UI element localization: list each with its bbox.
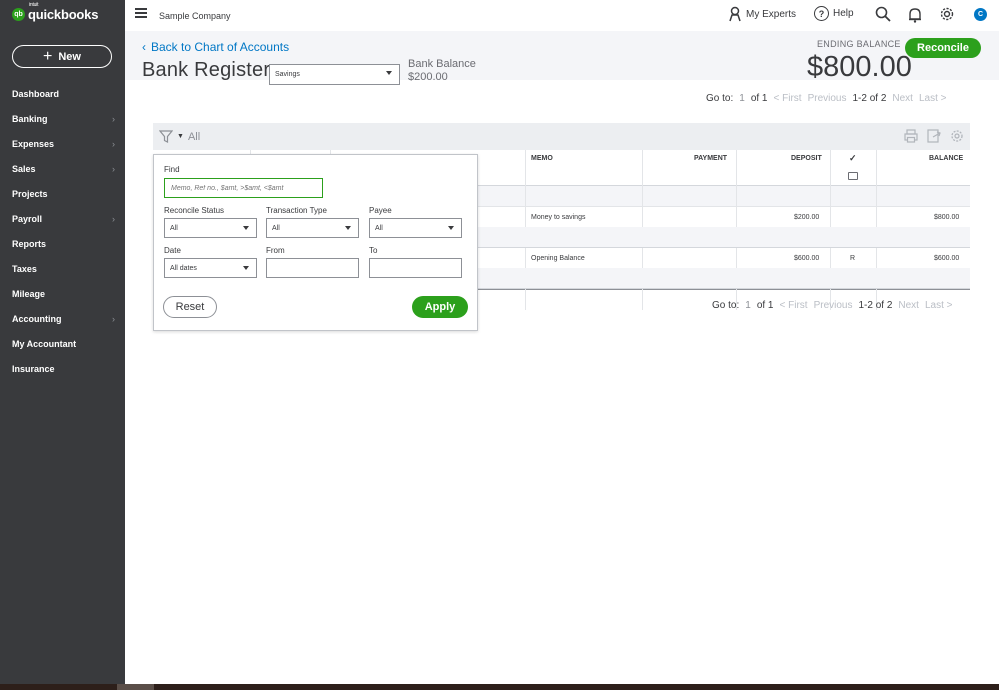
help-button[interactable]: ? Help — [814, 6, 854, 21]
taskbar — [0, 684, 999, 690]
filter-button[interactable]: ▼ All — [159, 130, 200, 143]
row-balance: $600.00 — [934, 255, 960, 262]
page-number-input[interactable]: 1 — [745, 300, 751, 311]
filter-panel: Find Reconcile Status All Transaction Ty… — [153, 154, 478, 331]
reconcile-button[interactable]: Reconcile — [905, 38, 981, 58]
dropdown-arrow-icon — [345, 226, 351, 230]
sidebar-item-insurance[interactable]: Insurance — [0, 356, 125, 381]
my-experts-button[interactable]: My Experts — [728, 6, 796, 22]
person-icon — [729, 6, 741, 22]
last-page-link[interactable]: Last > — [919, 93, 947, 104]
from-date-input[interactable] — [266, 258, 359, 278]
export-icon[interactable] — [927, 129, 941, 143]
sidebar-item-reports[interactable]: Reports — [0, 231, 125, 256]
last-page-link[interactable]: Last > — [925, 300, 953, 311]
main-content: ‹ Back to Chart of Accounts Bank Registe… — [125, 31, 999, 684]
caret-down-icon: ▼ — [177, 133, 184, 140]
date-label: Date — [164, 246, 181, 255]
company-name: Sample Company — [159, 11, 231, 21]
qb-logo-icon: qb — [12, 8, 25, 21]
next-page-link[interactable]: Next — [898, 300, 919, 311]
payee-select[interactable]: All — [369, 218, 462, 238]
chevron-right-icon: › — [112, 213, 115, 224]
sidebar-item-accounting[interactable]: Accounting › — [0, 306, 125, 331]
chevron-right-icon: › — [112, 138, 115, 149]
payee-label: Payee — [369, 206, 392, 215]
row-deposit: $600.00 — [794, 255, 820, 262]
sidebar: qb intuit quickbooks + New Dashboard Bank… — [0, 0, 125, 690]
row-deposit: $200.00 — [794, 214, 820, 221]
pager-top: Go to: 1 of 1 < First Previous 1-2 of 2 … — [706, 93, 947, 104]
first-page-link[interactable]: < First — [774, 93, 802, 104]
print-icon[interactable] — [904, 129, 918, 143]
reset-button[interactable]: Reset — [163, 296, 217, 318]
find-input[interactable] — [164, 178, 323, 198]
column-header-reconcile-check[interactable]: ✓ — [849, 153, 857, 164]
column-header-payment[interactable]: PAYMENT — [694, 155, 727, 162]
sidebar-item-projects[interactable]: Projects — [0, 181, 125, 206]
dropdown-arrow-icon — [386, 71, 392, 75]
sidebar-item-my-accountant[interactable]: My Accountant — [0, 331, 125, 356]
dropdown-arrow-icon — [243, 226, 249, 230]
chevron-right-icon: › — [112, 313, 115, 324]
row-memo: Opening Balance — [531, 255, 585, 262]
column-header-deposit[interactable]: DEPOSIT — [791, 155, 822, 162]
new-button[interactable]: + New — [12, 45, 112, 68]
sidebar-item-banking[interactable]: Banking › — [0, 106, 125, 131]
chevron-left-icon: ‹ — [142, 40, 146, 54]
sidebar-item-payroll[interactable]: Payroll › — [0, 206, 125, 231]
dropdown-arrow-icon — [448, 226, 454, 230]
to-date-input[interactable] — [369, 258, 462, 278]
attachment-icon — [848, 172, 858, 180]
from-label: From — [266, 246, 285, 255]
back-to-chart-of-accounts-link[interactable]: ‹ Back to Chart of Accounts — [142, 40, 289, 54]
apply-button[interactable]: Apply — [412, 296, 468, 318]
user-avatar[interactable]: C — [974, 8, 987, 21]
page-number-input[interactable]: 1 — [739, 93, 745, 104]
sidebar-nav: Dashboard Banking › Expenses › Sales › Proj… — [0, 81, 125, 381]
row-balance: $800.00 — [934, 214, 960, 221]
transaction-type-label: Transaction Type — [266, 206, 327, 215]
previous-page-link[interactable]: Previous — [808, 93, 847, 104]
first-page-link[interactable]: < First — [780, 300, 808, 311]
page-title: Bank Register — [142, 59, 271, 81]
dropdown-arrow-icon — [243, 266, 249, 270]
ending-balance-label: ENDING BALANCE — [817, 39, 901, 49]
settings-gear-icon[interactable] — [950, 129, 964, 143]
ending-balance-amount: $800.00 — [807, 51, 912, 83]
column-header-balance[interactable]: BALANCE — [929, 155, 963, 162]
row-status: R — [850, 255, 856, 262]
reconcile-status-label: Reconcile Status — [164, 206, 225, 215]
plus-icon: + — [43, 47, 53, 65]
row-memo: Money to savings — [531, 214, 586, 221]
sidebar-item-expenses[interactable]: Expenses › — [0, 131, 125, 156]
gear-icon[interactable] — [939, 6, 955, 22]
sidebar-item-taxes[interactable]: Taxes — [0, 256, 125, 281]
date-select[interactable]: All dates — [164, 258, 257, 278]
column-header-memo[interactable]: MEMO — [531, 155, 553, 162]
register-toolbar: ▼ All — [153, 123, 970, 150]
hamburger-menu-icon[interactable] — [135, 8, 147, 18]
sidebar-item-sales[interactable]: Sales › — [0, 156, 125, 181]
chevron-right-icon: › — [112, 163, 115, 174]
top-bar: Sample Company My Experts ? Help C — [125, 0, 999, 31]
search-icon[interactable] — [875, 6, 891, 22]
bell-icon[interactable] — [908, 7, 922, 23]
next-page-link[interactable]: Next — [892, 93, 913, 104]
transaction-type-select[interactable]: All — [266, 218, 359, 238]
reconcile-status-select[interactable]: All — [164, 218, 257, 238]
bank-balance: Bank Balance $200.00 — [408, 58, 476, 83]
to-label: To — [369, 246, 378, 255]
filter-icon — [159, 130, 173, 143]
account-select[interactable]: Savings — [269, 64, 400, 85]
sidebar-item-mileage[interactable]: Mileage — [0, 281, 125, 306]
pager-bottom: Go to: 1 of 1 < First Previous 1-2 of 2 … — [712, 300, 953, 311]
quickbooks-logo[interactable]: qb intuit quickbooks — [12, 2, 98, 22]
find-label: Find — [164, 165, 180, 174]
help-icon: ? — [814, 6, 829, 21]
previous-page-link[interactable]: Previous — [814, 300, 853, 311]
chevron-right-icon: › — [112, 113, 115, 124]
sidebar-item-dashboard[interactable]: Dashboard — [0, 81, 125, 106]
